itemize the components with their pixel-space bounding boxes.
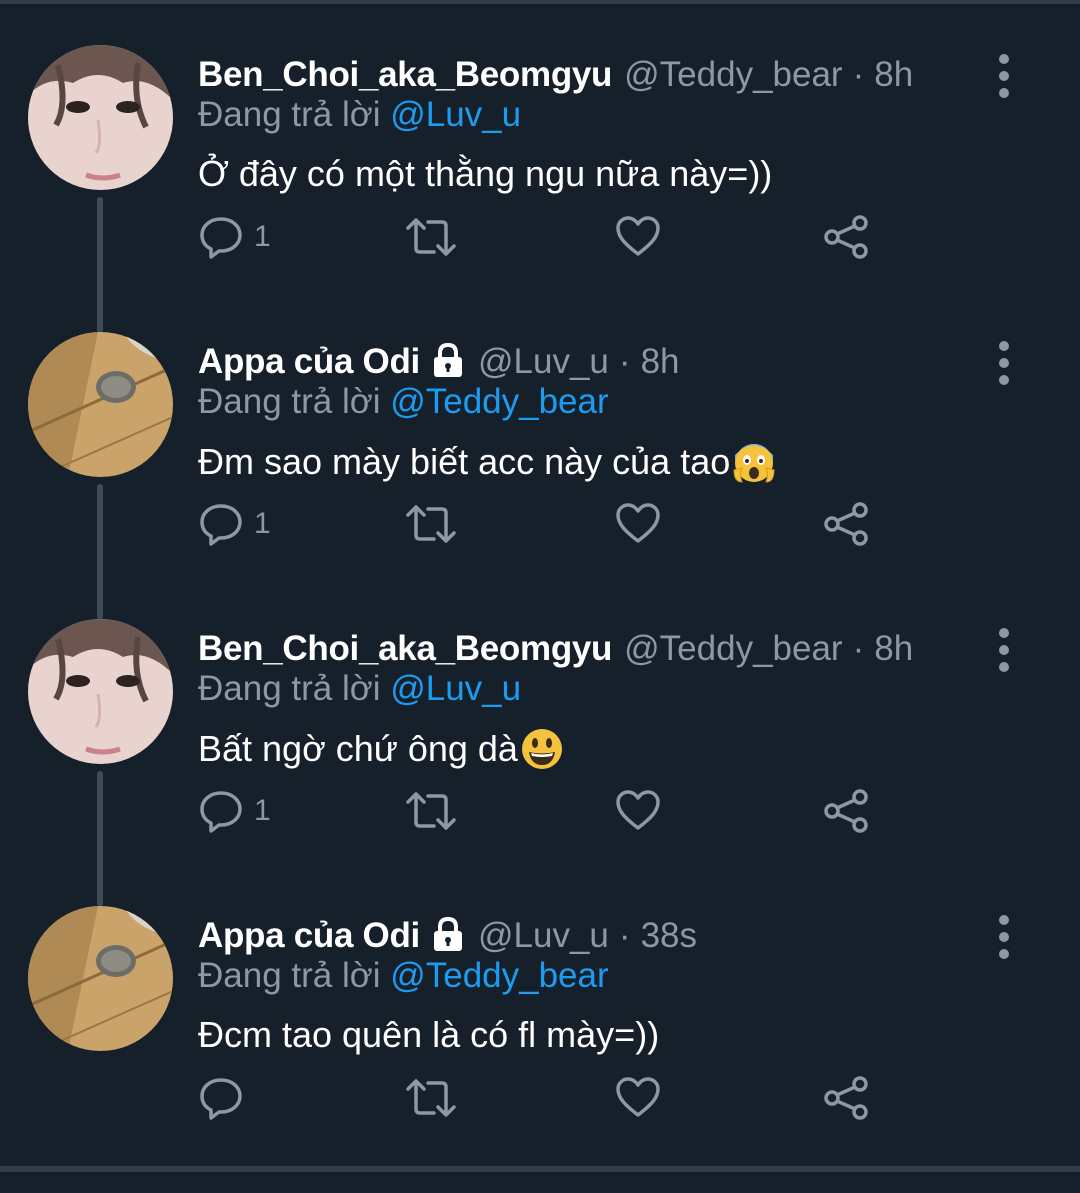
tweet[interactable]: Appa của Odi @Luv_u · 8h Đang trả lời @Ted…: [0, 332, 1080, 619]
like-icon: [616, 1077, 660, 1117]
reply-count: 1: [254, 507, 271, 540]
like-button[interactable]: [615, 498, 661, 550]
replying-to-label: Đang trả lời: [198, 669, 381, 708]
tweet-text: Ở đây có một thằng ngu nữa này=)): [198, 153, 773, 194]
reply-icon: [200, 791, 242, 833]
timestamp[interactable]: 8h: [874, 629, 913, 668]
timestamp[interactable]: 38s: [641, 916, 697, 955]
retweet-button[interactable]: [404, 1072, 458, 1124]
tweet[interactable]: Ben_Choi_aka_Beomgyu @Teddy_bear · 8h Đang…: [0, 619, 1080, 906]
replying-to: Đang trả lời @Luv_u: [198, 95, 521, 135]
retweet-icon: [406, 505, 456, 543]
like-icon: [616, 216, 660, 256]
tweet[interactable]: Appa của Odi @Luv_u · 38s Đang trả lời @Te…: [0, 906, 1080, 1193]
reply-button[interactable]: 1: [198, 211, 271, 263]
display-name[interactable]: Appa của Odi: [198, 342, 420, 382]
more-icon[interactable]: [994, 627, 1014, 673]
retweet-icon: [406, 218, 456, 256]
tweet-text: Đcm tao quên là có fl mày=)): [198, 1014, 660, 1055]
lock-icon: [434, 342, 462, 377]
replying-to: Đang trả lời @Teddy_bear: [198, 382, 609, 422]
tweet[interactable]: Ben_Choi_aka_Beomgyu @Teddy_bear · 8h Đang…: [0, 45, 1080, 332]
replying-to-label: Đang trả lời: [198, 95, 381, 134]
replying-to-label: Đang trả lời: [198, 956, 381, 995]
share-icon: [824, 215, 868, 259]
replying-to-label: Đang trả lời: [198, 382, 381, 421]
share-button[interactable]: [823, 211, 869, 263]
avatar[interactable]: [28, 332, 173, 477]
replying-to-link[interactable]: @Teddy_bear: [390, 382, 608, 421]
separator: ·: [852, 55, 865, 94]
display-name[interactable]: Appa của Odi: [198, 916, 420, 956]
more-icon[interactable]: [994, 340, 1014, 386]
reply-button[interactable]: 1: [198, 785, 271, 837]
bottom-divider: [0, 1166, 1080, 1172]
user-handle[interactable]: @Teddy_bear: [624, 629, 842, 668]
like-icon: [616, 790, 660, 830]
user-handle[interactable]: @Teddy_bear: [624, 55, 842, 94]
timestamp[interactable]: 8h: [874, 55, 913, 94]
like-button[interactable]: [615, 785, 661, 837]
timestamp[interactable]: 8h: [641, 342, 680, 381]
avatar[interactable]: [28, 45, 173, 190]
reply-count: 1: [254, 220, 271, 253]
display-name[interactable]: Ben_Choi_aka_Beomgyu: [198, 55, 612, 95]
display-name[interactable]: Ben_Choi_aka_Beomgyu: [198, 629, 612, 669]
retweet-icon: [406, 792, 456, 830]
reply-count: 1: [254, 794, 271, 827]
retweet-button[interactable]: [404, 498, 458, 550]
reply-icon: [200, 1078, 242, 1120]
avatar[interactable]: [28, 906, 173, 1051]
user-handle[interactable]: @Luv_u: [478, 342, 609, 381]
share-icon: [824, 1076, 868, 1120]
reply-icon: [200, 504, 242, 546]
reply-icon: [200, 217, 242, 259]
retweet-icon: [406, 1079, 456, 1117]
share-button[interactable]: [823, 498, 869, 550]
user-handle[interactable]: @Luv_u: [478, 916, 609, 955]
replying-to-link[interactable]: @Luv_u: [390, 669, 521, 708]
lock-icon: [434, 916, 462, 951]
more-icon[interactable]: [994, 53, 1014, 99]
separator: ·: [852, 629, 865, 668]
reply-button[interactable]: [198, 1072, 254, 1124]
share-icon: [824, 789, 868, 833]
like-icon: [616, 503, 660, 543]
share-button[interactable]: [823, 785, 869, 837]
like-button[interactable]: [615, 211, 661, 263]
more-icon[interactable]: [994, 914, 1014, 960]
replying-to-link[interactable]: @Teddy_bear: [390, 956, 608, 995]
grinning-face-emoji: [521, 729, 562, 769]
tweet-text: Bất ngờ chứ ông dà: [198, 728, 518, 769]
like-button[interactable]: [615, 1072, 661, 1124]
face-screaming-in-fear-emoji: [733, 444, 775, 483]
separator: ·: [618, 916, 631, 955]
top-divider: [0, 0, 1080, 4]
replying-to: Đang trả lời @Teddy_bear: [198, 956, 609, 996]
replying-to-link[interactable]: @Luv_u: [390, 95, 521, 134]
retweet-button[interactable]: [404, 785, 458, 837]
separator: ·: [618, 342, 631, 381]
avatar[interactable]: [28, 619, 173, 764]
share-icon: [824, 502, 868, 546]
replying-to: Đang trả lời @Luv_u: [198, 669, 521, 709]
tweet-text: Đm sao mày biết acc này của tao: [198, 441, 731, 482]
retweet-button[interactable]: [404, 211, 458, 263]
share-button[interactable]: [823, 1072, 869, 1124]
reply-button[interactable]: 1: [198, 498, 271, 550]
